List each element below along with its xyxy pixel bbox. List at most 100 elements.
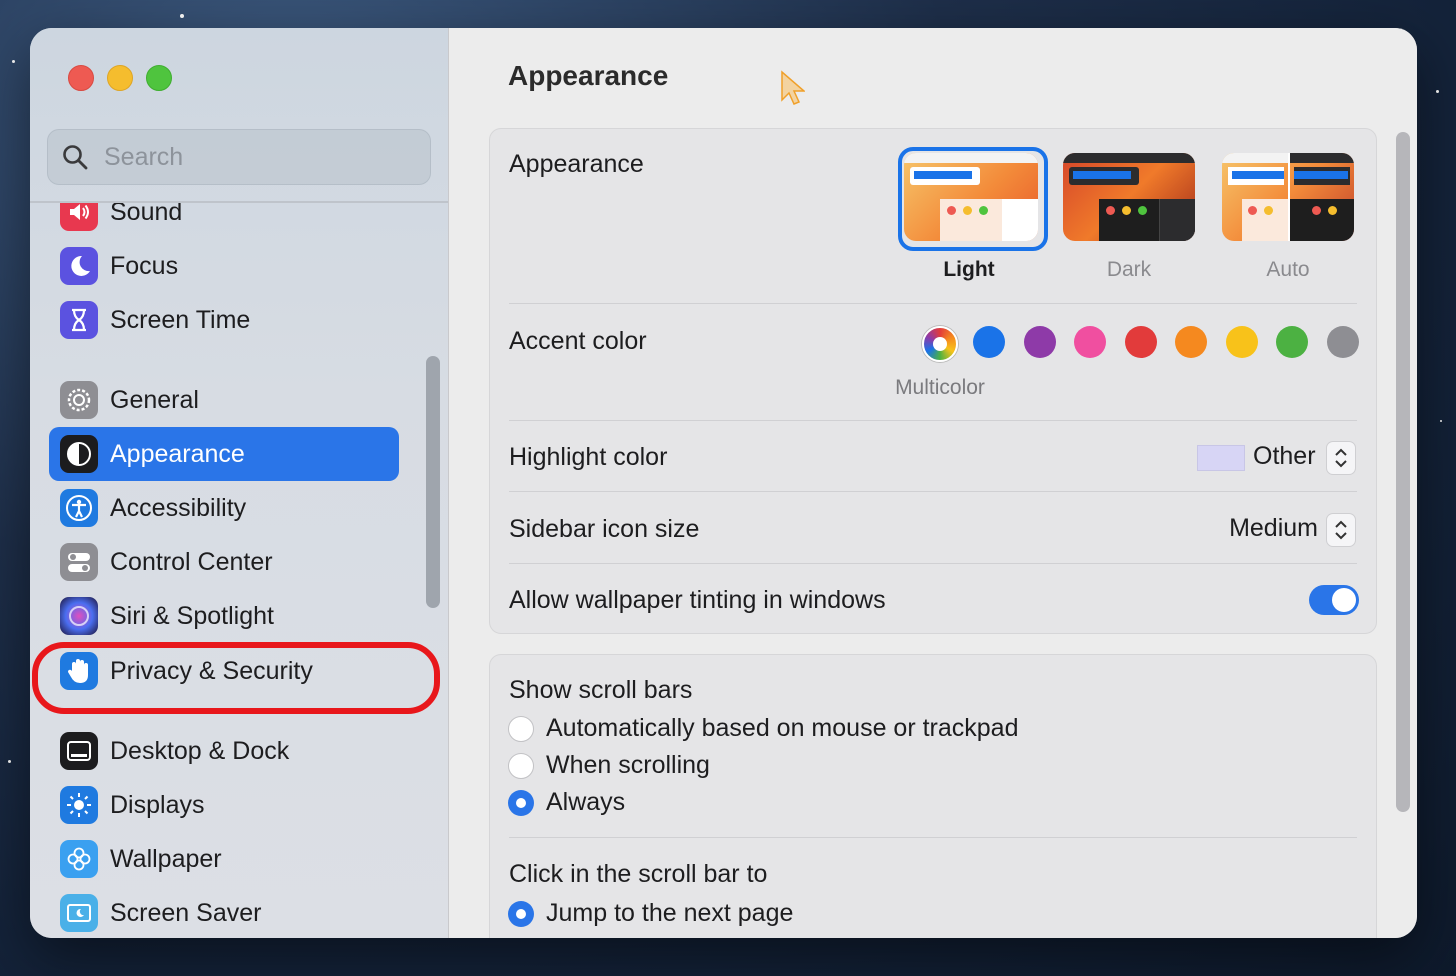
main-scrollbar[interactable] <box>1396 132 1410 812</box>
search-input[interactable] <box>102 141 430 173</box>
theme-label-light: Light <box>943 258 995 281</box>
click-scroll-bar-label: Click in the scroll bar to <box>509 860 768 888</box>
moon-icon <box>60 247 98 285</box>
accent-blue-swatch[interactable] <box>973 326 1005 358</box>
divider <box>509 563 1357 564</box>
star <box>8 760 11 763</box>
toggles-icon <box>60 543 98 581</box>
sidebar-item-screen-saver[interactable]: Screen Saver <box>49 886 399 938</box>
sidebar-item-displays[interactable]: Displays <box>49 778 399 832</box>
accent-color-label: Accent color <box>509 327 647 355</box>
accent-selected-caption: Multicolor <box>895 376 985 399</box>
scroll-bars-card: Show scroll bars Automatically based on … <box>489 654 1377 938</box>
theme-label-auto: Auto <box>1266 258 1310 281</box>
divider <box>509 491 1357 492</box>
sidebar-item-accessibility[interactable]: Accessibility <box>49 481 399 535</box>
divider <box>509 303 1357 304</box>
gear-icon <box>60 381 98 419</box>
main-content: Appearance Appearance Light Dark Auto Ac… <box>449 28 1417 938</box>
accent-multicolor-swatch[interactable] <box>922 326 958 362</box>
sidebar-item-label: Control Center <box>110 547 273 576</box>
sidebar-item-label: Wallpaper <box>110 844 222 873</box>
theme-label-dark: Dark <box>1106 258 1152 281</box>
sidebar-item-control-center[interactable]: Control Center <box>49 535 399 589</box>
search-icon <box>63 145 88 170</box>
zoom-button[interactable] <box>146 65 172 91</box>
radio-label: When scrolling <box>546 751 710 779</box>
sidebar-item-label: Focus <box>110 251 179 280</box>
sidebar-divider <box>30 201 448 203</box>
dock-icon <box>60 732 98 770</box>
accent-purple-swatch[interactable] <box>1024 326 1056 358</box>
sidebar-item-label: Siri & Spotlight <box>110 601 274 630</box>
accent-green-swatch[interactable] <box>1276 326 1308 358</box>
star <box>180 14 184 18</box>
highlight-annotation-circle <box>32 642 440 714</box>
sidebar-item-siri-spotlight[interactable]: Siri & Spotlight <box>49 589 399 643</box>
wallpaper-tinting-toggle[interactable] <box>1309 585 1359 615</box>
sidebar-item-focus[interactable]: Focus <box>49 239 399 293</box>
sidebar: Sound Focus Screen Time General Appearan… <box>30 28 449 938</box>
close-button[interactable] <box>68 65 94 91</box>
sun-icon <box>60 786 98 824</box>
accent-red-swatch[interactable] <box>1125 326 1157 358</box>
flower-icon <box>60 840 98 878</box>
radio-jump-next-page[interactable] <box>508 901 534 927</box>
sidebar-item-label: Appearance <box>110 439 245 468</box>
sidebar-item-appearance[interactable]: Appearance <box>49 427 399 481</box>
sidebar-item-label: Desktop & Dock <box>110 736 290 765</box>
sidebar-item-label: General <box>110 385 199 414</box>
accent-pink-swatch[interactable] <box>1074 326 1106 358</box>
screensaver-icon <box>60 894 98 932</box>
radio-label: Always <box>546 788 626 816</box>
dark-theme-thumbnail <box>1063 153 1195 241</box>
highlight-color-popup[interactable] <box>1326 441 1356 475</box>
appearance-label: Appearance <box>509 150 644 178</box>
star <box>1436 90 1439 93</box>
appearance-icon <box>60 435 98 473</box>
auto-theme-thumbnail <box>1222 153 1354 241</box>
accent-graphite-swatch[interactable] <box>1327 326 1359 358</box>
page-title: Appearance <box>508 60 669 91</box>
sidebar-item-screen-time[interactable]: Screen Time <box>49 293 399 347</box>
accent-orange-swatch[interactable] <box>1175 326 1207 358</box>
star <box>1440 420 1442 422</box>
radio-label: Automatically based on mouse or trackpad <box>546 714 1019 742</box>
speaker-icon <box>60 203 98 231</box>
siri-icon <box>60 597 98 635</box>
sidebar-item-label: Accessibility <box>110 493 247 522</box>
divider <box>509 837 1357 838</box>
sidebar-icon-size-label: Sidebar icon size <box>509 515 700 543</box>
radio-always[interactable] <box>508 790 534 816</box>
radio-auto-scrollbars[interactable] <box>508 716 534 742</box>
mouse-cursor-icon <box>781 70 805 105</box>
sidebar-item-wallpaper[interactable]: Wallpaper <box>49 832 399 886</box>
accent-yellow-swatch[interactable] <box>1226 326 1258 358</box>
star <box>12 60 15 63</box>
sidebar-icon-size-popup[interactable] <box>1326 513 1356 547</box>
radio-label: Jump to the next page <box>546 899 794 927</box>
search-field[interactable] <box>47 129 431 185</box>
sidebar-scrollbar[interactable] <box>426 356 440 608</box>
show-scroll-bars-label: Show scroll bars <box>509 676 693 704</box>
sidebar-item-label: Screen Time <box>110 305 251 334</box>
highlight-color-swatch <box>1197 445 1245 471</box>
appearance-card: Appearance Light Dark Auto Accent color … <box>489 128 1377 634</box>
sidebar-item-general[interactable]: General <box>49 373 399 427</box>
highlight-color-value[interactable]: Other <box>1253 442 1316 471</box>
light-theme-thumbnail <box>904 153 1038 241</box>
sidebar-item-desktop-dock[interactable]: Desktop & Dock <box>49 724 399 778</box>
hourglass-icon <box>60 301 98 339</box>
divider <box>509 420 1357 421</box>
sidebar-item-label: Displays <box>110 790 205 819</box>
radio-when-scrolling[interactable] <box>508 753 534 779</box>
chevron-up-down-icon <box>1335 448 1347 468</box>
wallpaper-tinting-label: Allow wallpaper tinting in windows <box>509 586 886 614</box>
settings-window: Sound Focus Screen Time General Appearan… <box>30 28 1417 938</box>
accessibility-icon <box>60 489 98 527</box>
minimize-button[interactable] <box>107 65 133 91</box>
sidebar-item-label: Screen Saver <box>110 898 262 927</box>
sidebar-item-sound[interactable]: Sound <box>49 203 399 239</box>
chevron-up-down-icon <box>1335 520 1347 540</box>
sidebar-icon-size-value[interactable]: Medium <box>1229 514 1318 543</box>
